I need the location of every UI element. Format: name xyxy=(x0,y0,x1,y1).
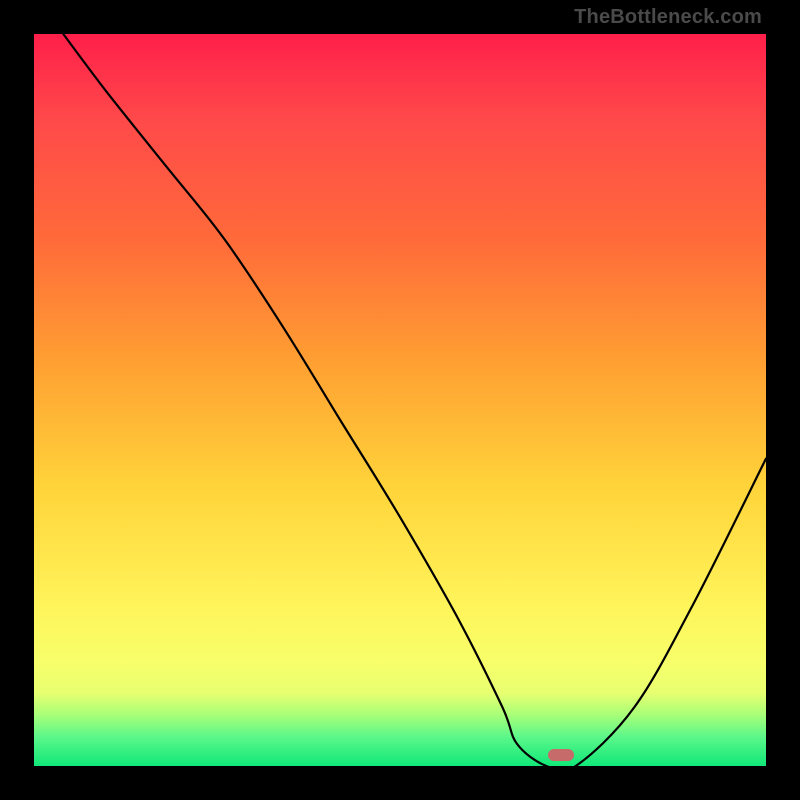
watermark-text: TheBottleneck.com xyxy=(574,6,762,29)
optimum-marker xyxy=(548,749,574,761)
curve-path xyxy=(63,34,766,766)
line-series xyxy=(34,34,766,766)
chart-frame: TheBottleneck.com xyxy=(0,0,800,800)
plot-area xyxy=(34,34,766,766)
